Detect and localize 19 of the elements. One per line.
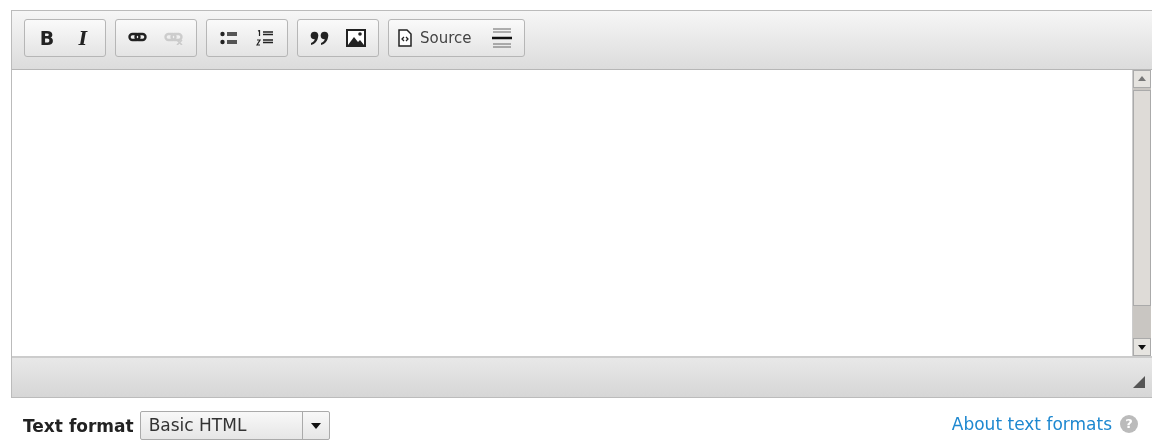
chain-link-icon bbox=[164, 31, 184, 45]
text-format-select[interactable]: Basic HTML bbox=[139, 411, 330, 440]
scroll-up-icon[interactable] bbox=[1133, 70, 1151, 88]
numbered-list-icon bbox=[256, 30, 274, 46]
italic-button[interactable]: I bbox=[65, 20, 101, 56]
vertical-scrollbar[interactable] bbox=[1132, 70, 1151, 356]
quote-icon bbox=[310, 31, 330, 45]
bold-button[interactable]: B bbox=[29, 20, 65, 56]
resize-handle-icon[interactable] bbox=[1133, 376, 1145, 388]
text-format-label: Text format bbox=[23, 415, 134, 436]
image-icon bbox=[346, 29, 366, 47]
source-button[interactable]: Source bbox=[393, 20, 484, 56]
scroll-down-icon[interactable] bbox=[1133, 338, 1151, 356]
horizontal-rule-icon bbox=[491, 28, 512, 48]
document-code-icon bbox=[398, 29, 412, 47]
scrollbar-thumb[interactable] bbox=[1133, 90, 1151, 306]
about-text-formats-link[interactable]: About text formats bbox=[951, 413, 1112, 434]
dropdown-arrow-icon bbox=[310, 422, 321, 429]
bulleted-list-icon bbox=[220, 31, 238, 45]
